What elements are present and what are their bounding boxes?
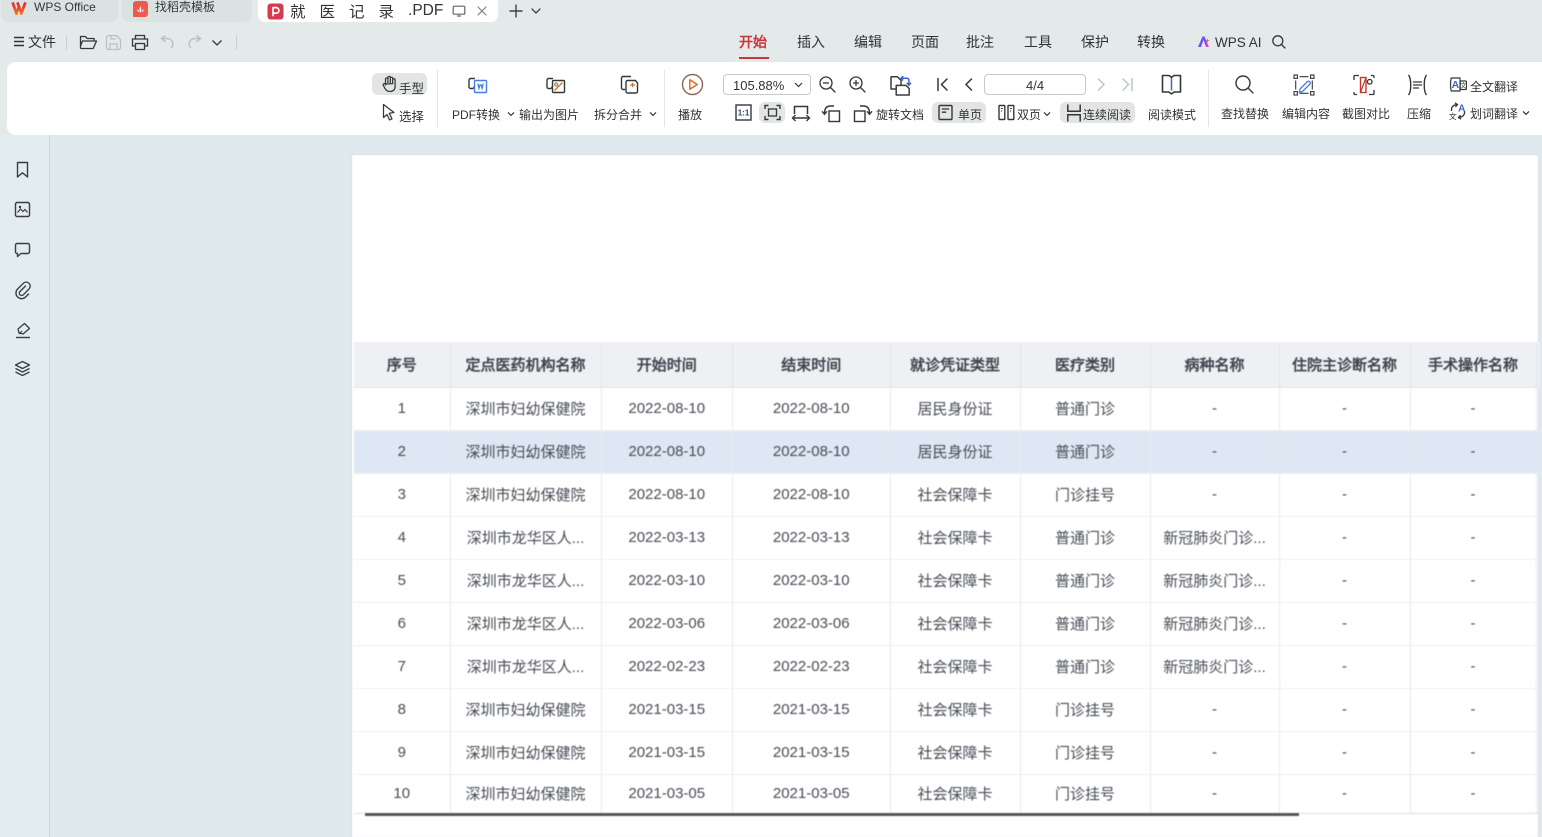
svg-text:文: 文: [1460, 81, 1467, 90]
svg-text:A: A: [1452, 79, 1460, 91]
svg-text:1:1: 1:1: [738, 109, 750, 118]
svg-text:文: 文: [1449, 111, 1457, 120]
svg-text:A: A: [1458, 104, 1465, 115]
